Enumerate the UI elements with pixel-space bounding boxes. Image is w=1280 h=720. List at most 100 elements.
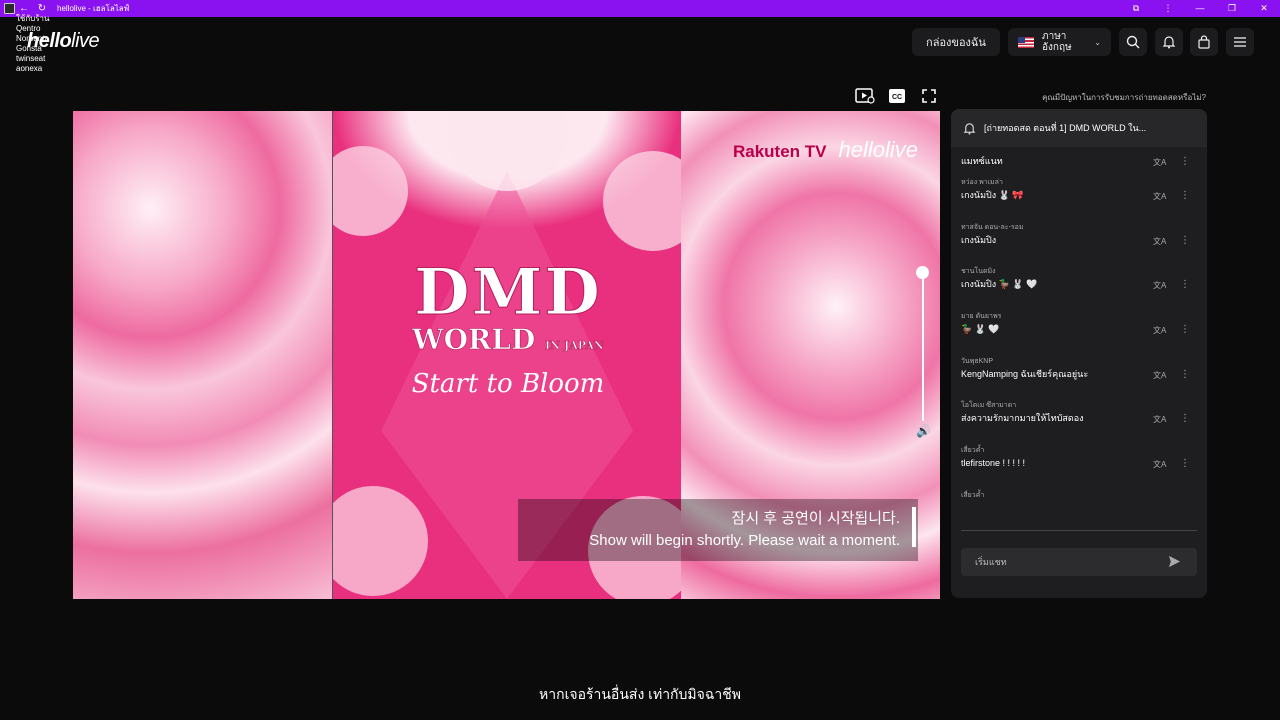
overlay-text-list: ใช้กับร้าน Qentro Norbanta Gonsta twinse… <box>16 14 50 74</box>
translate-icon[interactable]: 文A <box>1153 459 1166 470</box>
playback-settings-icon[interactable] <box>855 88 875 109</box>
more-options-icon[interactable]: ⋮ <box>1180 279 1190 290</box>
search-icon <box>1126 35 1140 49</box>
chat-username: โอโตเม ซึสามาดา <box>961 402 1017 410</box>
chat-text: แมทซ์แนท <box>961 156 1003 166</box>
chat-text: เกงนัมปิง 🐰 🎀 <box>961 190 1024 200</box>
chat-text: 🦆 🐰 🤍 <box>961 324 1000 335</box>
chat-text: เกงนัมปิง <box>961 234 997 245</box>
overlay-item: Qentro <box>16 24 41 33</box>
more-options-icon[interactable]: ⋮ <box>1180 458 1190 469</box>
hellolive-watermark: hellolive <box>838 137 919 162</box>
chat-text: KengNamping ฉันเชียร์คุณอยู่นะ <box>961 368 1089 379</box>
chat-message: วันพุธKNP KengNamping ฉันเชียร์คุณอยู่นะ… <box>951 356 1207 401</box>
chat-text: ส่งความรักมากมายให้ไทบัสดอง <box>961 413 1084 424</box>
chat-message: หว่อง พาเมล่า เกงนัมปิง 🐰 🎀 文A ⋮ <box>951 177 1207 222</box>
translate-icon[interactable]: 文A <box>1153 370 1166 381</box>
translate-icon[interactable]: 文A <box>1153 236 1166 247</box>
chat-username: ชานโนดมิง <box>961 268 996 276</box>
kebab-menu-icon[interactable]: ⋮ <box>1152 0 1184 17</box>
bag-icon <box>1198 35 1210 49</box>
chat-title: [ถ่ายทอดสด ตอนที่ 1] DMD WORLD ใน... <box>984 123 1147 133</box>
bottom-caption: หากเจอร้านอื่นส่ง เท่ากับมิจฉาชีพ <box>539 686 741 702</box>
chat-message: ชานโนดมิง เกงนัมปิง 🦆 🐰 🤍 文A ⋮ <box>951 266 1207 311</box>
translate-icon[interactable]: 文A <box>1153 414 1166 425</box>
notice-bar <box>912 507 916 547</box>
chat-username: ทาสจัน ดอน-ละ-รอม <box>961 223 1024 231</box>
volume-slider-handle[interactable] <box>916 266 929 279</box>
chat-text: เกงนัมปิง 🦆 🐰 🤍 <box>961 279 1038 290</box>
language-selector[interactable]: ภาษา อังกฤษ ⌄ <box>1008 28 1111 56</box>
translate-icon[interactable]: 文A <box>1153 191 1166 202</box>
language-line-2: อังกฤษ <box>1042 42 1072 53</box>
notice-english: Show will begin shortly. Please wait a m… <box>589 532 900 549</box>
event-logo: DMD WORLD IN JAPAN Start to Bloom <box>393 255 623 399</box>
chat-input-placeholder: เริ่มแชท <box>975 557 1007 567</box>
overlay-item: aonexa <box>16 64 43 73</box>
more-options-icon[interactable]: ⋮ <box>1180 156 1190 167</box>
svg-text:CC: CC <box>892 94 902 101</box>
overlay-item: Norbanta <box>16 34 49 43</box>
chat-message: โอโตเม ซึสามาดา ส่งความรักมากมายให้ไทบัส… <box>951 400 1207 445</box>
playback-help-link[interactable]: คุณมีปัญหาในการรับชมการถ่ายทอดสดหรือไม่? <box>1042 91 1206 104</box>
window-titlebar: ← ↻ hellolive - เฮลโลไลฟ์ ⧉ ⋮ — ❐ ✕ <box>0 0 1280 17</box>
hamburger-icon <box>1234 37 1246 47</box>
event-title: DMD <box>414 255 602 330</box>
broadcaster-brands: Rakuten TV hellolive <box>733 137 918 163</box>
translate-icon[interactable]: 文A <box>1153 157 1166 168</box>
translate-icon[interactable]: 文A <box>1153 280 1166 291</box>
overlay-item: Gonsta <box>16 44 42 53</box>
chat-panel: [ถ่ายทอดสด ตอนที่ 1] DMD WORLD ใน... แมท… <box>951 109 1207 598</box>
chat-text: tlefirstone ! ! ! ! ! <box>961 458 1026 469</box>
event-world-text: WORLD <box>412 323 536 356</box>
overlay-item: ใช้กับร้าน <box>16 14 50 23</box>
overlay-item: twinseat <box>16 54 46 63</box>
us-flag-icon <box>1018 36 1034 48</box>
chat-header: [ถ่ายทอดสด ตอนที่ 1] DMD WORLD ใน... <box>951 109 1207 147</box>
hamburger-menu-button[interactable] <box>1226 28 1254 56</box>
video-notice: 잠시 후 공연이 시작됩니다. Show will begin shortly.… <box>518 499 918 561</box>
chat-input[interactable]: เริ่มแชท <box>961 548 1197 576</box>
chevron-down-icon: ⌄ <box>1094 37 1101 47</box>
volume-icon[interactable]: 🔊 <box>916 424 931 438</box>
chat-divider <box>961 530 1197 531</box>
logo-light: live <box>71 30 100 52</box>
window-title: hellolive - เฮลโลไลฟ์ <box>57 4 130 13</box>
close-button[interactable]: ✕ <box>1248 0 1280 17</box>
event-location: IN JAPAN <box>544 339 604 353</box>
closed-captions-icon[interactable]: CC <box>888 88 906 109</box>
chat-username: หว่อง พาเมล่า <box>961 179 1003 186</box>
chat-message: มาย ดันยาพร 🦆 🐰 🤍 文A ⋮ <box>951 311 1207 356</box>
more-options-icon[interactable]: ⋮ <box>1180 235 1190 246</box>
notice-korean: 잠시 후 공연이 시작됩니다. <box>731 510 900 527</box>
maximize-button[interactable]: ❐ <box>1216 0 1248 17</box>
search-button[interactable] <box>1119 28 1147 56</box>
more-options-icon[interactable]: ⋮ <box>1180 190 1190 201</box>
chat-username: วันพุธKNP <box>961 357 993 365</box>
my-box-button[interactable]: กล่องของฉัน <box>912 28 1000 56</box>
video-player[interactable]: DMD WORLD IN JAPAN Start to Bloom Rakute… <box>73 111 940 599</box>
chat-username: เสี่ยวค้ำ <box>961 447 985 455</box>
more-options-icon[interactable]: ⋮ <box>1180 369 1190 380</box>
chat-username: มาย ดันยาพร <box>961 313 1002 321</box>
more-options-icon[interactable]: ⋮ <box>1180 413 1190 424</box>
language-label: ภาษา อังกฤษ <box>1042 31 1072 53</box>
notification-button[interactable] <box>1155 28 1183 56</box>
send-icon[interactable] <box>1168 555 1181 568</box>
video-panel-left <box>73 111 332 599</box>
chat-message: เสี่ยวค้ำ <box>951 490 1207 527</box>
more-options-icon[interactable]: ⋮ <box>1180 324 1190 335</box>
live-notification-icon <box>963 122 976 135</box>
bag-button[interactable] <box>1190 28 1218 56</box>
event-subtitle: Start to Bloom <box>411 369 605 399</box>
language-line-1: ภาษา <box>1042 31 1067 42</box>
chat-message-list[interactable]: แมทซ์แนท 文A ⋮ หว่อง พาเมล่า เกงนัมปิง 🐰 … <box>951 153 1207 527</box>
rakuten-tv-logo: Rakuten TV <box>732 142 827 161</box>
chat-message: ทาสจัน ดอน-ละ-รอม เกงนัมปิง 文A ⋮ <box>951 222 1207 267</box>
minimize-button[interactable]: — <box>1184 0 1216 17</box>
volume-slider-track[interactable] <box>922 273 924 421</box>
chat-message: เสี่ยวค้ำ tlefirstone ! ! ! ! ! 文A ⋮ <box>951 445 1207 490</box>
translate-icon[interactable]: ⧉ <box>1120 0 1152 17</box>
translate-icon[interactable]: 文A <box>1153 325 1166 336</box>
fullscreen-icon[interactable] <box>921 88 937 109</box>
